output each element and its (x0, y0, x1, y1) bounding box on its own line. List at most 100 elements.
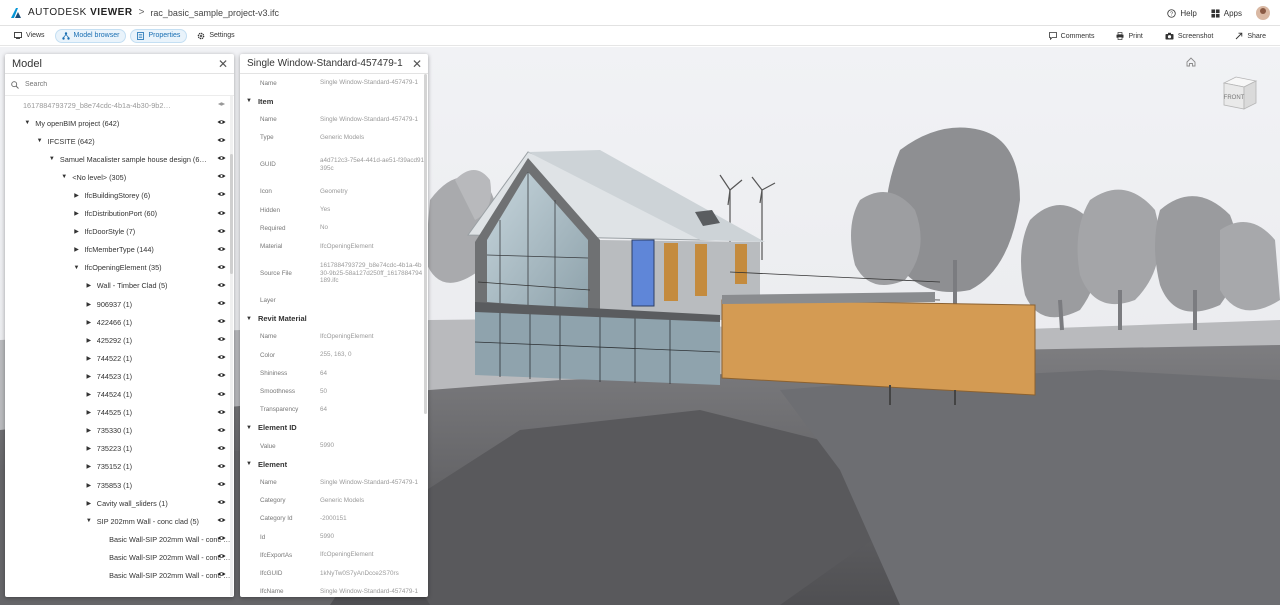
tree-row[interactable]: ▶ 425292 (1) (5, 331, 234, 349)
tree-row[interactable]: ▶ 735330 (1) (5, 422, 234, 440)
comments-button[interactable]: Comments (1043, 29, 1101, 43)
caret-right-icon[interactable]: ▶ (85, 391, 93, 398)
caret-right-icon[interactable]: ▶ (85, 463, 93, 470)
visibility-eye-icon[interactable] (217, 481, 226, 487)
properties-button[interactable]: Properties (130, 28, 188, 43)
visibility-eye-icon[interactable] (217, 354, 226, 360)
caret-down-icon[interactable]: ▼ (85, 518, 93, 524)
caret-right-icon[interactable]: ▶ (85, 319, 93, 326)
home-icon[interactable] (1185, 56, 1197, 68)
tree-row[interactable]: ▶ 744524 (1) (5, 386, 234, 404)
visibility-eye-icon[interactable] (217, 535, 226, 541)
caret-right-icon[interactable]: ▶ (85, 373, 93, 380)
caret-down-icon[interactable]: ▼ (246, 461, 252, 467)
settings-button[interactable]: Settings (191, 29, 240, 43)
tree-row[interactable]: ▼ Samuel Macalister sample house design (… (5, 150, 234, 168)
tree-row[interactable]: ▶ 744522 (1) (5, 349, 234, 367)
tree-row[interactable]: ▼ IfcOpeningElement (35) (5, 259, 234, 277)
caret-right-icon[interactable]: ▶ (85, 301, 93, 308)
caret-right-icon[interactable]: ▶ (85, 282, 93, 289)
caret-down-icon[interactable]: ▼ (246, 316, 252, 322)
view-cube[interactable]: FRONT (1218, 73, 1260, 115)
tree-row[interactable]: Basic Wall-SIP 202mm Wall - conc clad... (5, 548, 234, 566)
visibility-eye-icon[interactable] (217, 445, 226, 451)
property-category[interactable]: ▼ Revit Material (240, 310, 428, 328)
property-category[interactable]: ▼ Item (240, 92, 428, 110)
visibility-eye-icon[interactable] (217, 372, 226, 378)
tree-row[interactable]: ▶ IfcDoorStyle (7) (5, 223, 234, 241)
tree-row[interactable]: ▶ 735853 (1) (5, 476, 234, 494)
caret-right-icon[interactable]: ▶ (85, 409, 93, 416)
visibility-eye-icon[interactable] (217, 517, 226, 523)
visibility-eye-icon[interactable] (217, 571, 226, 577)
caret-down-icon[interactable]: ▼ (48, 156, 56, 162)
visibility-eye-icon[interactable] (217, 191, 226, 197)
print-button[interactable]: Print (1110, 29, 1148, 43)
tree-row[interactable]: ▼ SIP 202mm Wall - conc clad (5) (5, 512, 234, 530)
visibility-eye-icon[interactable] (217, 137, 226, 143)
caret-down-icon[interactable]: ▼ (246, 425, 252, 431)
views-button[interactable]: Views (8, 29, 51, 43)
tree-row[interactable]: ▼ My openBIM project (642) (5, 114, 234, 132)
share-button[interactable]: Share (1229, 29, 1272, 43)
visibility-eye-icon[interactable] (217, 119, 226, 125)
tree-row[interactable]: 1617884793729_b8e74cdc-4b1a-4b30-9b25-58… (5, 96, 234, 114)
visibility-eye-icon[interactable] (217, 336, 226, 342)
visibility-eye-icon[interactable] (217, 463, 226, 469)
scrollbar-thumb[interactable] (230, 154, 233, 274)
visibility-eye-icon[interactable] (217, 282, 226, 288)
tree-row[interactable]: ▶ IfcBuildingStorey (6) (5, 186, 234, 204)
caret-down-icon[interactable]: ▼ (23, 120, 31, 126)
visibility-eye-icon[interactable] (217, 391, 226, 397)
user-avatar[interactable] (1256, 6, 1270, 20)
caret-right-icon[interactable]: ▶ (85, 482, 93, 489)
caret-right-icon[interactable]: ▶ (85, 445, 93, 452)
autodesk-logo-icon[interactable] (10, 7, 22, 19)
caret-right-icon[interactable]: ▶ (85, 500, 93, 507)
caret-right-icon[interactable]: ▶ (73, 246, 81, 253)
tree-row[interactable]: ▶ 422466 (1) (5, 313, 234, 331)
tree-row[interactable]: ▶ 744525 (1) (5, 404, 234, 422)
tree-row[interactable]: ▶ 735152 (1) (5, 458, 234, 476)
visibility-eye-icon[interactable] (217, 427, 226, 433)
visibility-eye-icon[interactable] (217, 264, 226, 270)
tree-row[interactable]: ▼ IFCSITE (642) (5, 132, 234, 150)
property-category[interactable]: ▼ Element (240, 455, 428, 473)
caret-right-icon[interactable]: ▶ (85, 355, 93, 362)
visibility-eye-icon[interactable] (217, 210, 226, 216)
caret-right-icon[interactable]: ▶ (85, 427, 93, 434)
close-icon[interactable]: ✕ (218, 57, 228, 71)
model-browser-button[interactable]: Model browser (54, 28, 127, 43)
caret-right-icon[interactable]: ▶ (73, 210, 81, 217)
caret-down-icon[interactable]: ▼ (60, 174, 68, 180)
caret-down-icon[interactable]: ▼ (246, 98, 252, 104)
tree-row[interactable]: ▶ Wall - Timber Clad (5) (5, 277, 234, 295)
help-button[interactable]: ? Help (1167, 9, 1197, 18)
visibility-eye-icon[interactable] (217, 409, 226, 415)
visibility-eye-icon[interactable] (217, 499, 226, 505)
tree-row[interactable]: ▶ IfcDistributionPort (60) (5, 205, 234, 223)
visibility-eye-icon[interactable] (217, 318, 226, 324)
close-icon[interactable]: ✕ (412, 57, 422, 71)
caret-right-icon[interactable]: ▶ (73, 192, 81, 199)
tree-row[interactable]: ▶ IfcMemberType (144) (5, 241, 234, 259)
tree-row[interactable]: ▶ 735223 (1) (5, 440, 234, 458)
screenshot-button[interactable]: Screenshot (1159, 29, 1219, 43)
tree-row[interactable]: ▶ 906937 (1) (5, 295, 234, 313)
caret-right-icon[interactable]: ▶ (73, 228, 81, 235)
property-category[interactable]: ▼ Element ID (240, 419, 428, 437)
tree-row[interactable]: ▼ <No level> (305) (5, 168, 234, 186)
visibility-eye-icon[interactable] (217, 300, 226, 306)
caret-down-icon[interactable]: ▼ (73, 265, 81, 271)
caret-down-icon[interactable]: ▼ (36, 138, 44, 144)
tree-row[interactable]: Basic Wall-SIP 202mm Wall - conc clad... (5, 566, 234, 584)
tree-row[interactable]: Basic Wall-SIP 202mm Wall - conc clad... (5, 530, 234, 548)
visibility-eye-icon[interactable] (217, 155, 226, 161)
tree-row[interactable]: ▶ 744523 (1) (5, 367, 234, 385)
apps-button[interactable]: Apps (1211, 9, 1242, 18)
layers-icon[interactable] (217, 101, 226, 107)
visibility-eye-icon[interactable] (217, 553, 226, 559)
scrollbar-thumb[interactable] (424, 74, 427, 414)
search-input[interactable] (25, 81, 205, 88)
tree-row[interactable]: ▶ Cavity wall_sliders (1) (5, 494, 234, 512)
